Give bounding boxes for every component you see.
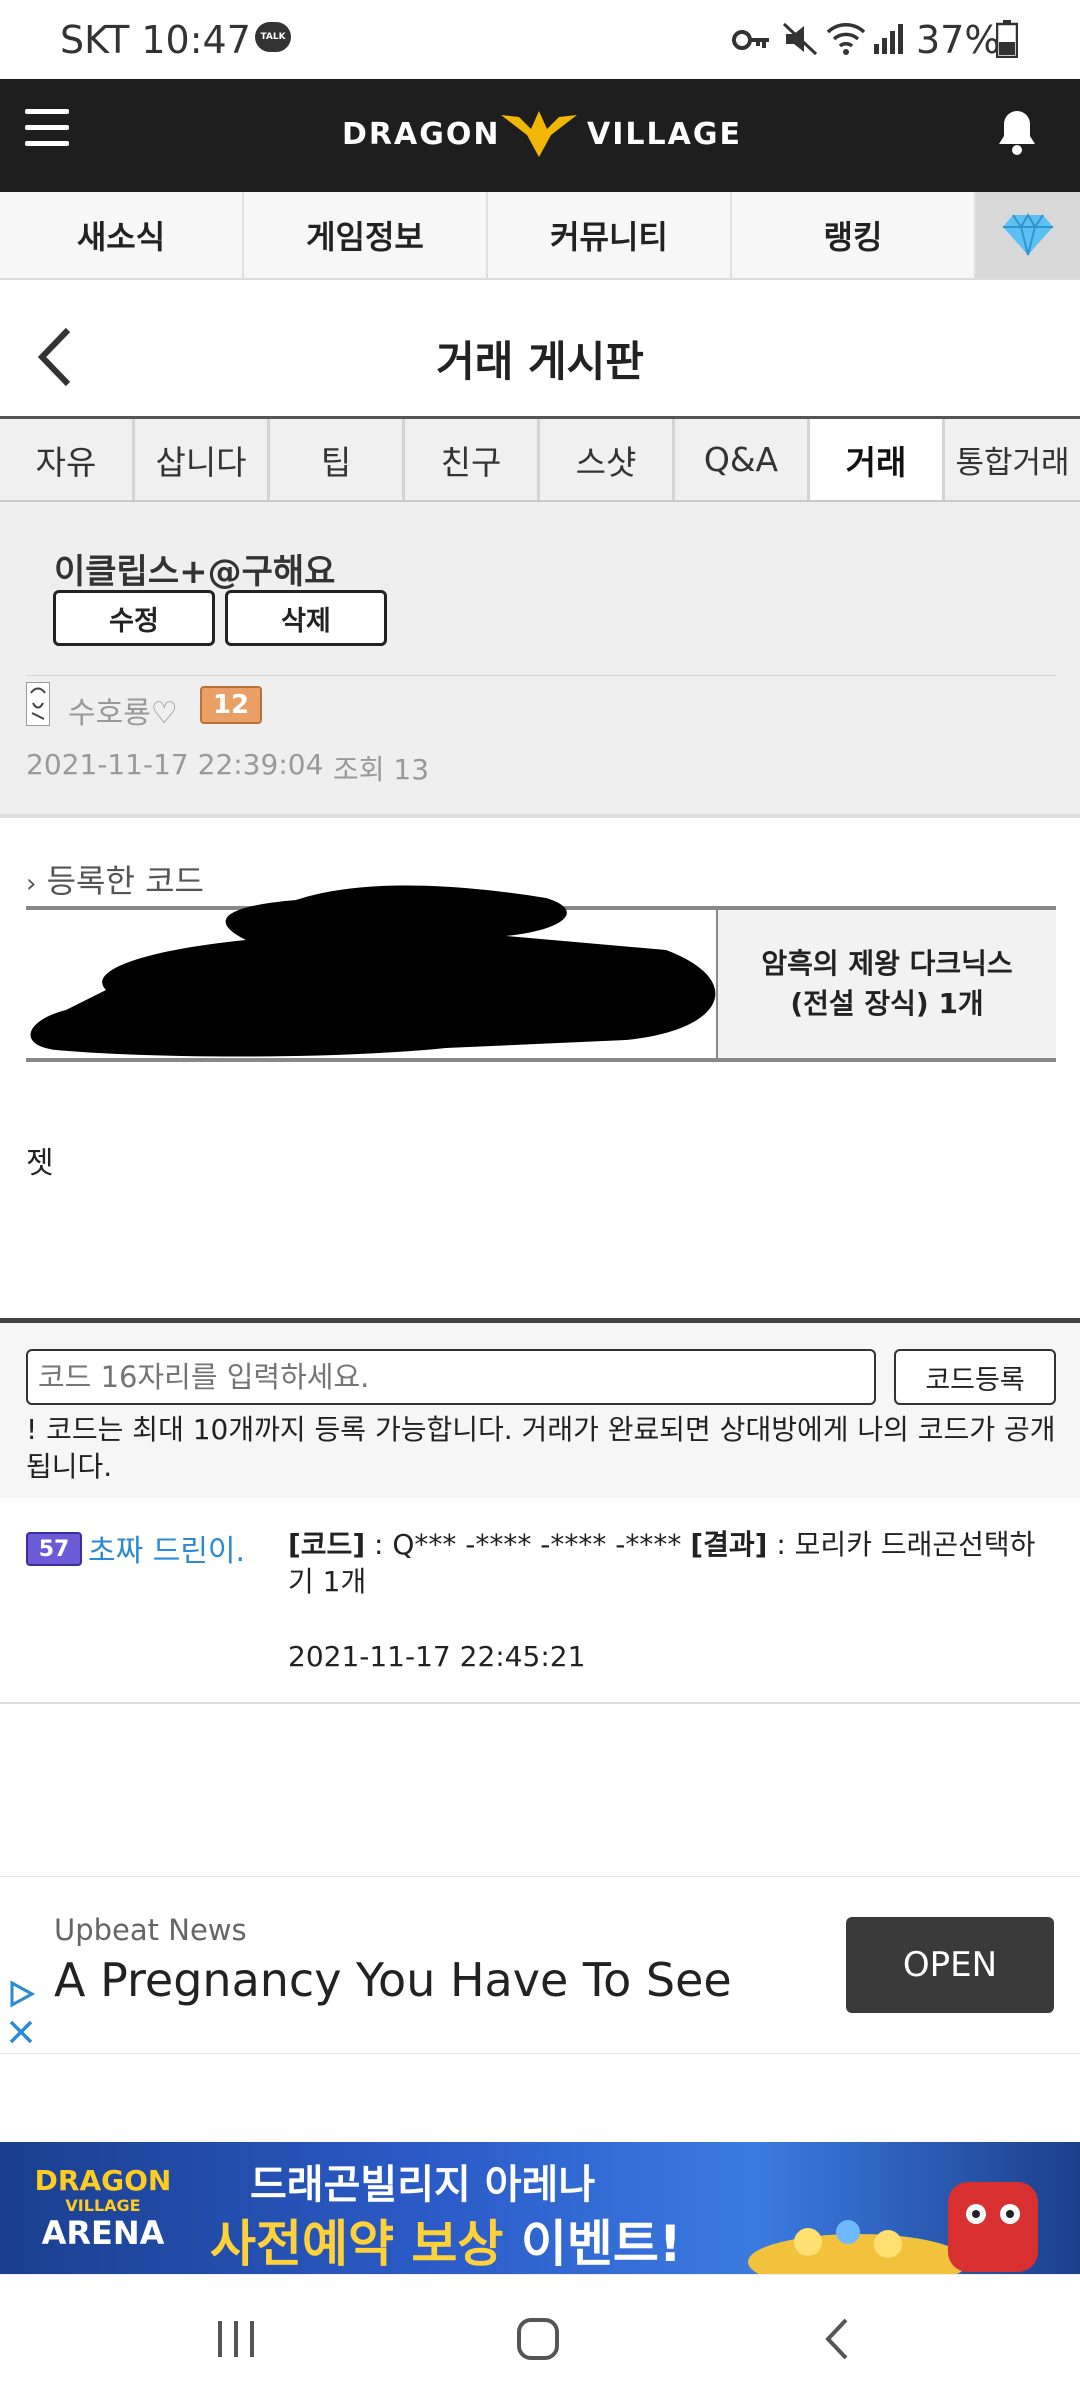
arena-logo: DRAGON VILLAGE ARENA bbox=[34, 2164, 172, 2252]
author-name[interactable]: 수호룡♡ bbox=[68, 688, 178, 732]
code-cell bbox=[26, 885, 716, 1058]
tab-tips[interactable]: 팁 bbox=[270, 419, 405, 500]
author-level-badge: 12 bbox=[200, 686, 262, 724]
nav-gem[interactable] bbox=[976, 192, 1080, 278]
nav-game-info[interactable]: 게임정보 bbox=[244, 192, 488, 278]
dragon-village-logo[interactable]: DRAGON VILLAGE bbox=[342, 105, 742, 165]
page: SKT 10:47 TALK 37% DRAGON VILLAGE 새소식 게임… bbox=[0, 0, 1080, 2400]
ad-open-button[interactable]: OPEN bbox=[846, 1917, 1054, 2013]
bell-icon[interactable] bbox=[996, 107, 1038, 157]
main-nav: 새소식 게임정보 커뮤니티 랭킹 bbox=[0, 192, 1080, 280]
post-date: 2021-11-17 22:39:04 bbox=[26, 748, 324, 781]
edit-button[interactable]: 수정 bbox=[53, 590, 215, 646]
menu-icon[interactable] bbox=[25, 109, 69, 157]
diamond-icon bbox=[1003, 213, 1053, 256]
battery-percent: 37% bbox=[916, 18, 1001, 62]
ad-close-icon[interactable] bbox=[6, 2017, 36, 2047]
home-icon[interactable] bbox=[516, 2317, 560, 2361]
board-title: 거래 게시판 bbox=[436, 337, 644, 386]
tab-free[interactable]: 자유 bbox=[0, 419, 135, 500]
post-title: 이클립스+@구해요 bbox=[54, 552, 336, 592]
divider bbox=[26, 675, 1056, 676]
log-user-name[interactable]: 초짜 드린이. bbox=[88, 1526, 245, 1570]
board-sub-tabs: 자유 삽니다 팁 친구 스샷 Q&A 거래 통합거래 bbox=[0, 416, 1080, 502]
tab-friends[interactable]: 친구 bbox=[405, 419, 540, 500]
banner-line-2: 사전예약 보상 이벤트! bbox=[210, 2215, 682, 2273]
user-level-badge: 57 bbox=[26, 1532, 82, 1566]
wifi-icon bbox=[826, 23, 866, 55]
nav-community[interactable]: 커뮤니티 bbox=[488, 192, 732, 278]
battery-icon bbox=[996, 20, 1018, 58]
reward-cell: 암흑의 제왕 다크닉스 (전설 장식) 1개 bbox=[716, 910, 1056, 1058]
dragon-emblem-icon bbox=[501, 111, 577, 157]
code-input[interactable] bbox=[26, 1349, 876, 1405]
status-bar: SKT 10:47 TALK 37% bbox=[0, 0, 1080, 79]
nav-ranking[interactable]: 랭킹 bbox=[732, 192, 976, 278]
reward-line-2: (전설 장식) 1개 bbox=[790, 987, 984, 1020]
board-titlebar: 거래 게시판 bbox=[0, 280, 1080, 416]
post-body: 젯 bbox=[26, 1146, 54, 1181]
signal-icon bbox=[874, 24, 903, 54]
redacted-scribble bbox=[30, 885, 716, 1057]
dragon-village-arena-banner[interactable]: DRAGON VILLAGE ARENA 드래곤빌리지 아레나 사전예약 보상 … bbox=[0, 2142, 1080, 2274]
nav-news[interactable]: 새소식 bbox=[0, 192, 244, 278]
recent-apps-icon[interactable] bbox=[214, 2319, 258, 2359]
ad-source: Upbeat News bbox=[54, 1913, 247, 1947]
talk-icon: TALK bbox=[255, 22, 291, 52]
tab-screenshots[interactable]: 스샷 bbox=[540, 419, 675, 500]
back-nav-icon[interactable] bbox=[822, 2317, 852, 2361]
key-icon bbox=[732, 30, 769, 50]
code-log-row: 57 초짜 드린이. [코드] : Q*** -**** -**** -****… bbox=[0, 1498, 1080, 1704]
log-detail: [코드] : Q*** -**** -**** -**** [결과] : 모리카… bbox=[288, 1528, 1036, 1598]
tab-integrated-trade[interactable]: 통합거래 bbox=[945, 419, 1080, 500]
tab-qna[interactable]: Q&A bbox=[675, 419, 810, 500]
ad-banner[interactable]: Upbeat News A Pregnancy You Have To See … bbox=[0, 1876, 1080, 2054]
app-header: DRAGON VILLAGE bbox=[0, 79, 1080, 192]
banner-line-1: 드래곤빌리지 아레나 bbox=[250, 2162, 596, 2208]
code-table: 암흑의 제왕 다크닉스 (전설 장식) 1개 bbox=[26, 885, 1056, 1062]
ad-headline: A Pregnancy You Have To See bbox=[54, 1953, 732, 2007]
code-notice: ! 코드는 최대 10개까지 등록 가능합니다. 거래가 완료되면 상대방에게 … bbox=[26, 1413, 1056, 1483]
avatar bbox=[26, 682, 50, 726]
log-date: 2021-11-17 22:45:21 bbox=[288, 1640, 586, 1673]
reward-line-1: 암흑의 제왕 다크닉스 bbox=[761, 947, 1013, 980]
view-count: 조회 13 bbox=[333, 753, 430, 786]
delete-button[interactable]: 삭제 bbox=[225, 590, 387, 646]
ad-choices-icon[interactable] bbox=[6, 1979, 36, 2009]
post-header: 이클립스+@구해요 수정 삭제 수호룡♡ 12 2021-11-17 22:39… bbox=[0, 502, 1080, 818]
tab-buy[interactable]: 삽니다 bbox=[135, 419, 270, 500]
tab-trade[interactable]: 거래 bbox=[810, 419, 945, 500]
system-nav-bar bbox=[0, 2274, 1080, 2400]
mute-icon bbox=[782, 22, 818, 56]
treasure-illustration bbox=[748, 2162, 1058, 2274]
register-code-button[interactable]: 코드등록 bbox=[894, 1349, 1056, 1405]
carrier-time: SKT 10:47 bbox=[60, 18, 251, 62]
registered-code-section: › 등록한 코드 암흑의 제왕 다크닉스 (전설 장식) 1개 젯 bbox=[0, 822, 1080, 1322]
code-entry-section: 코드등록 ! 코드는 최대 10개까지 등록 가능합니다. 거래가 완료되면 상… bbox=[0, 1318, 1080, 1498]
